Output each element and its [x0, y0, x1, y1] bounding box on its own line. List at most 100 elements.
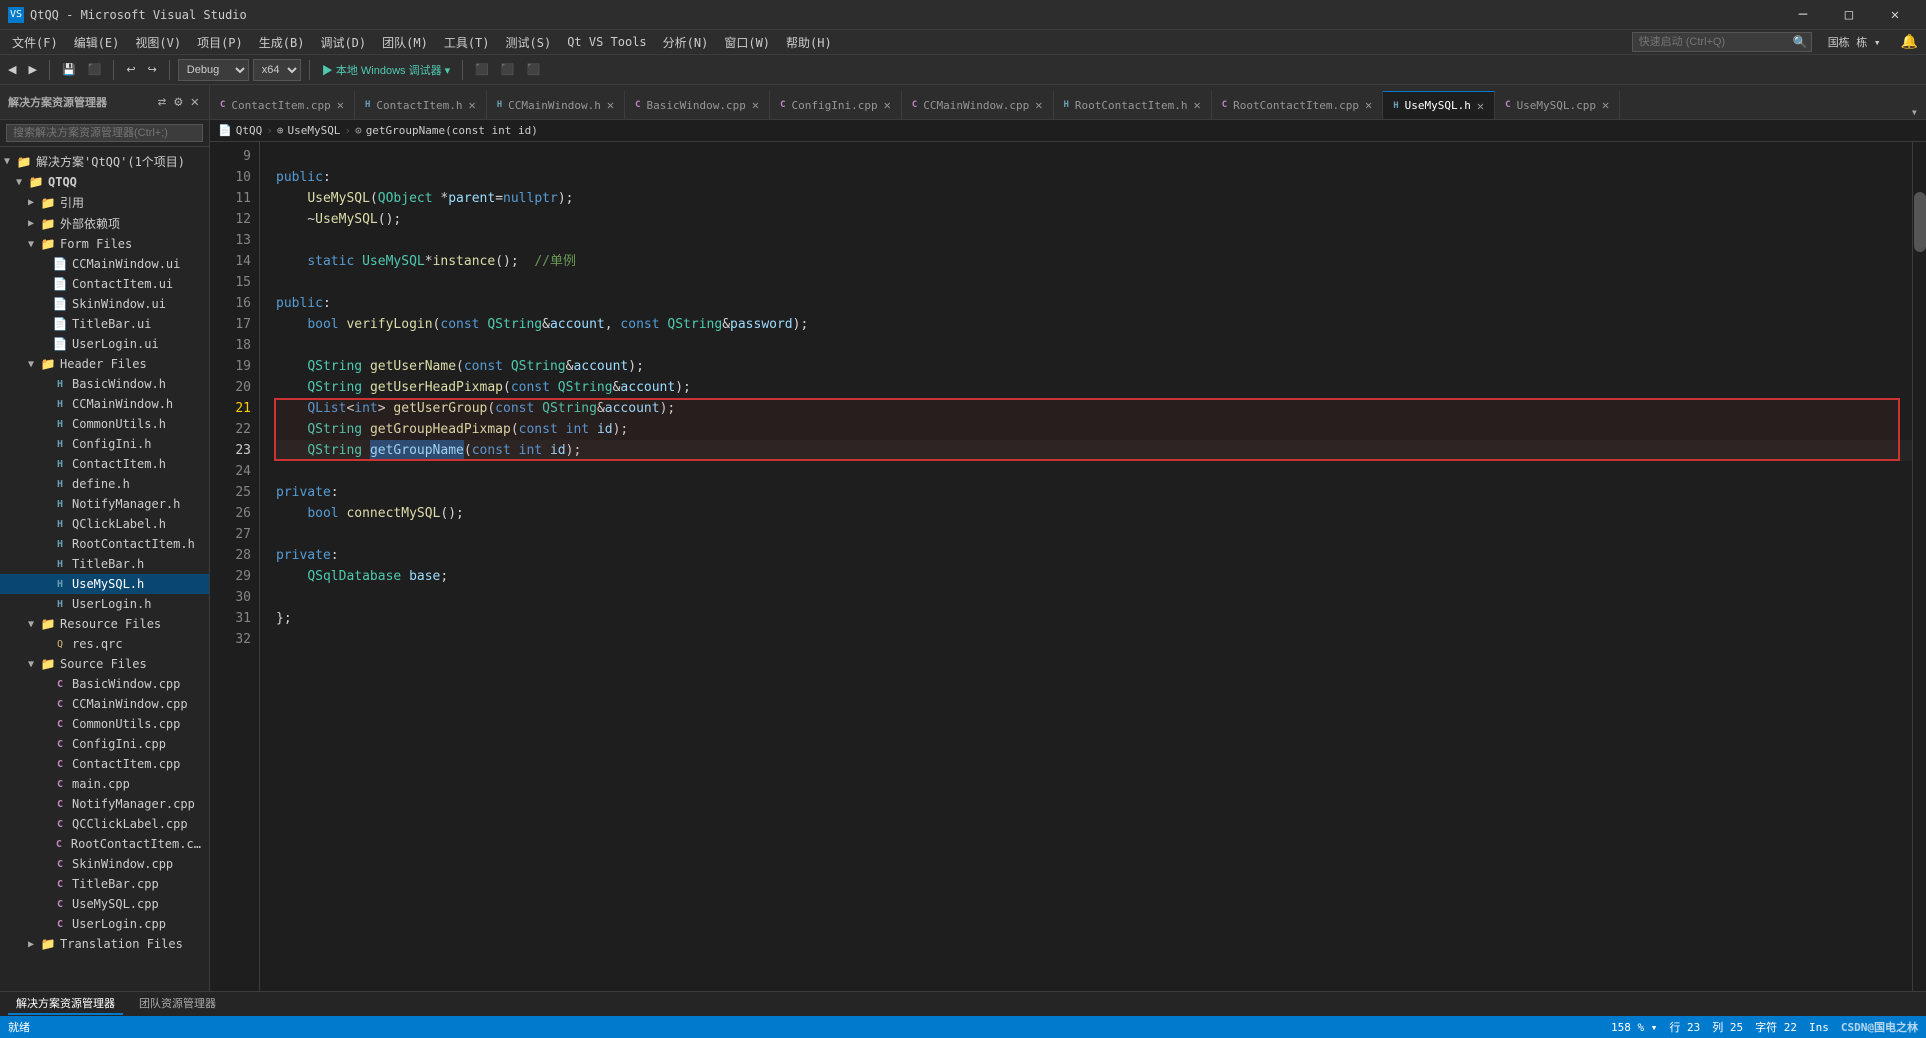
breadcrumb-function[interactable]: getGroupName(const int id) [366, 124, 538, 137]
tab-ccmainwindow-h[interactable]: H CCMainWindow.h ✕ [487, 91, 625, 119]
sidebar-item-skinwindow-ui[interactable]: 📄 SkinWindow.ui [0, 294, 209, 314]
sidebar-close-button[interactable]: ✕ [189, 94, 201, 110]
platform-select[interactable]: x64 x86 [253, 59, 301, 81]
code-content-area[interactable]: public: UseMySQL(QObject *parent=nullptr… [260, 142, 1912, 991]
properties-button[interactable]: ⚙ [172, 94, 184, 110]
tab-contactitem-cpp[interactable]: C ContactItem.cpp ✕ [210, 91, 355, 119]
sidebar-item-userlogin-h[interactable]: H UserLogin.h [0, 594, 209, 614]
sidebar-item-usemysql-h[interactable]: H UseMySQL.h [0, 574, 209, 594]
tab-basicwindow-cpp[interactable]: C BasicWindow.cpp ✕ [625, 91, 770, 119]
sidebar-item-ccmainwindow-cpp[interactable]: C CCMainWindow.cpp [0, 694, 209, 714]
scrollbar-thumb[interactable] [1914, 192, 1926, 252]
code-editor[interactable]: 9 10 11 12 13 14 15 16 17 18 19 20 21 22… [210, 142, 1926, 991]
undo-button[interactable]: ↩ [122, 61, 139, 78]
sidebar-item-qclicklabel-h[interactable]: H QClickLabel.h [0, 514, 209, 534]
sidebar-item-res-qrc[interactable]: Q res.qrc [0, 634, 209, 654]
sidebar-item-titlebar-ui[interactable]: 📄 TitleBar.ui [0, 314, 209, 334]
sidebar-item-commonutils-h[interactable]: H CommonUtils.h [0, 414, 209, 434]
sidebar-search-input[interactable] [6, 124, 203, 142]
sidebar-item-skinwindow-cpp[interactable]: C SkinWindow.cpp [0, 854, 209, 874]
menu-debug[interactable]: 调试(D) [312, 30, 374, 54]
sidebar-item-rootcontactitem-cpp[interactable]: C RootContactItem.cpp [0, 834, 209, 854]
sidebar-item-titlebar-cpp[interactable]: C TitleBar.cpp [0, 874, 209, 894]
sidebar-item-resourcefiles[interactable]: ▼ 📁 Resource Files [0, 614, 209, 634]
sidebar-item-titlebar-h[interactable]: H TitleBar.h [0, 554, 209, 574]
sidebar-item-ccmainwindow-h[interactable]: H CCMainWindow.h [0, 394, 209, 414]
sidebar-item-formfiles[interactable]: ▼ 📁 Form Files [0, 234, 209, 254]
save-button[interactable]: 💾 [58, 61, 80, 78]
tab-close-ccmainwindow-cpp[interactable]: ✕ [1035, 98, 1042, 112]
menu-project[interactable]: 项目(P) [189, 30, 251, 54]
menu-window[interactable]: 窗口(W) [716, 30, 778, 54]
toolbar-btn-b[interactable]: ⬛ [497, 61, 519, 78]
sidebar-item-headerfiles[interactable]: ▼ 📁 Header Files [0, 354, 209, 374]
save-all-button[interactable]: ⬛ [84, 61, 106, 78]
tab-usemysql-h[interactable]: H UseMySQL.h ✕ [1383, 91, 1495, 119]
menu-test[interactable]: 测试(S) [498, 30, 560, 54]
menu-edit[interactable]: 编辑(E) [66, 30, 128, 54]
sidebar-item-basicwindow-cpp[interactable]: C BasicWindow.cpp [0, 674, 209, 694]
tab-close-configini-cpp[interactable]: ✕ [884, 98, 891, 112]
sidebar-item-configini-cpp[interactable]: C ConfigIni.cpp [0, 734, 209, 754]
quick-launch-input[interactable] [1632, 32, 1812, 52]
tab-close-rootcontactitem-h[interactable]: ✕ [1194, 98, 1201, 112]
sidebar-item-contactitem-h[interactable]: H ContactItem.h [0, 454, 209, 474]
sidebar-item-basicwindow-h[interactable]: H BasicWindow.h [0, 374, 209, 394]
tab-close-rootcontactitem-cpp[interactable]: ✕ [1365, 98, 1372, 112]
notifications-icon[interactable]: 🔔 [1897, 34, 1922, 50]
tab-configini-cpp[interactable]: C ConfigIni.cpp ✕ [770, 91, 902, 119]
sidebar-item-define-h[interactable]: H define.h [0, 474, 209, 494]
sidebar-item-usemysql-cpp[interactable]: C UseMySQL.cpp [0, 894, 209, 914]
breadcrumb-qtqq[interactable]: QtQQ [236, 124, 263, 137]
menu-team[interactable]: 团队(M) [374, 30, 436, 54]
tab-close-contactitem-h[interactable]: ✕ [469, 98, 476, 112]
sync-button[interactable]: ⇄ [156, 94, 168, 110]
sidebar-item-userlogin-ui[interactable]: 📄 UserLogin.ui [0, 334, 209, 354]
tab-close-usemysql-h[interactable]: ✕ [1477, 99, 1484, 113]
sidebar-item-project[interactable]: ▼ 📁 QTQQ [0, 172, 209, 192]
tab-contactitem-h[interactable]: H ContactItem.h ✕ [355, 91, 487, 119]
run-button[interactable]: ▶ 本地 Windows 调试器 ▾ [318, 60, 454, 80]
toolbar-btn-c[interactable]: ⬛ [523, 61, 545, 78]
debug-config-select[interactable]: Debug Release [178, 59, 249, 81]
menu-analyze[interactable]: 分析(N) [655, 30, 717, 54]
sidebar-item-notifymanager-h[interactable]: H NotifyManager.h [0, 494, 209, 514]
forward-button[interactable]: ▶ [24, 61, 40, 78]
maximize-button[interactable]: □ [1826, 0, 1872, 30]
sidebar-item-translationfiles[interactable]: ▶ 📁 Translation Files [0, 934, 209, 954]
tab-rootcontactitem-cpp[interactable]: C RootContactItem.cpp ✕ [1212, 91, 1384, 119]
menu-tools[interactable]: 工具(T) [436, 30, 498, 54]
tab-overflow-button[interactable]: ▾ [1903, 105, 1926, 119]
menu-build[interactable]: 生成(B) [251, 30, 313, 54]
redo-button[interactable]: ↪ [144, 61, 161, 78]
toolbar-btn-a[interactable]: ⬛ [471, 61, 493, 78]
tab-close-ccmainwindow-h[interactable]: ✕ [607, 98, 614, 112]
sidebar-item-sourcefiles[interactable]: ▼ 📁 Source Files [0, 654, 209, 674]
sidebar-item-ccmainwindow-ui[interactable]: 📄 CCMainWindow.ui [0, 254, 209, 274]
sidebar-item-contactitem-ui[interactable]: 📄 ContactItem.ui [0, 274, 209, 294]
menu-view[interactable]: 视图(V) [127, 30, 189, 54]
tab-ccmainwindow-cpp[interactable]: C CCMainWindow.cpp ✕ [902, 91, 1054, 119]
sidebar-item-commonutils-cpp[interactable]: C CommonUtils.cpp [0, 714, 209, 734]
bottom-tab-team[interactable]: 团队资源管理器 [131, 993, 224, 1015]
minimize-button[interactable]: ─ [1780, 0, 1826, 30]
sidebar-item-contactitem-cpp[interactable]: C ContactItem.cpp [0, 754, 209, 774]
tab-close-contactitem-cpp[interactable]: ✕ [337, 98, 344, 112]
sidebar-item-rootcontactitem-h[interactable]: H RootContactItem.h [0, 534, 209, 554]
sidebar-item-userlogin-cpp[interactable]: C UserLogin.cpp [0, 914, 209, 934]
close-button[interactable]: ✕ [1872, 0, 1918, 30]
sidebar-item-main-cpp[interactable]: C main.cpp [0, 774, 209, 794]
breadcrumb-usemysql[interactable]: UseMySQL [287, 124, 340, 137]
sidebar-item-references[interactable]: ▶ 📁 引用 [0, 192, 209, 213]
back-button[interactable]: ◀ [4, 61, 20, 78]
tab-usemysql-cpp[interactable]: C UseMySQL.cpp ✕ [1495, 91, 1620, 119]
bottom-tab-solution[interactable]: 解决方案资源管理器 [8, 993, 123, 1015]
tab-close-basicwindow-cpp[interactable]: ✕ [752, 98, 759, 112]
tab-rootcontactitem-h[interactable]: H RootContactItem.h ✕ [1054, 91, 1212, 119]
sidebar-item-externaldeps[interactable]: ▶ 📁 外部依赖项 [0, 213, 209, 234]
sidebar-item-qclicklabel-cpp[interactable]: C QCClickLabel.cpp [0, 814, 209, 834]
menu-help[interactable]: 帮助(H) [778, 30, 840, 54]
sidebar-item-notifymanager-cpp[interactable]: C NotifyManager.cpp [0, 794, 209, 814]
tab-close-usemysql-cpp[interactable]: ✕ [1602, 98, 1609, 112]
sidebar-item-configini-h[interactable]: H ConfigIni.h [0, 434, 209, 454]
